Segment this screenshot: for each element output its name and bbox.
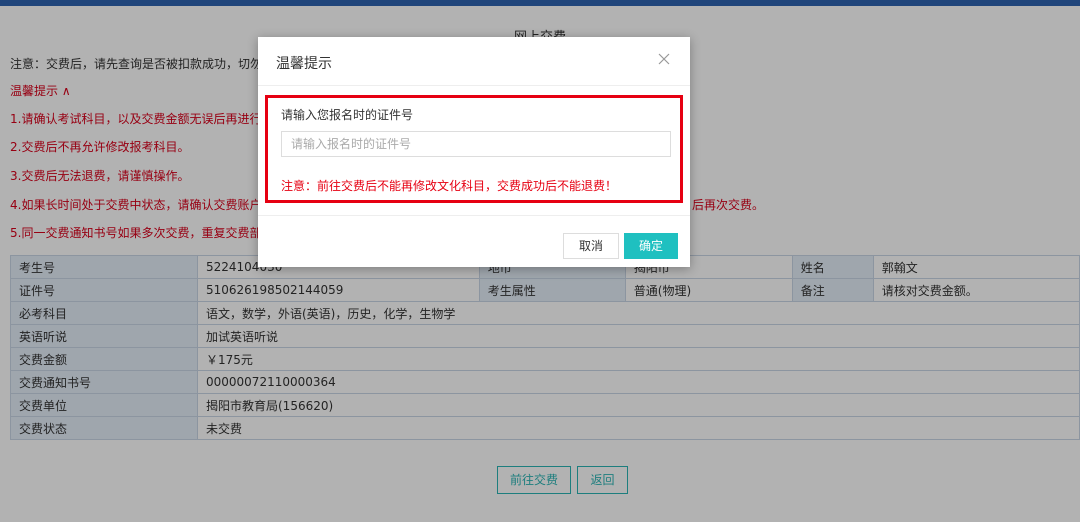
highlight-box: 请输入您报名时的证件号 注意：前往交费后不能再修改文化科目，交费成功后不能退费！ [265,95,683,203]
confirm-button[interactable]: 确定 [624,233,678,259]
dialog-title: 温馨提示 [276,56,332,72]
id-number-label: 请输入您报名时的证件号 [281,108,414,122]
reminder-dialog: 温馨提示 请输入您报名时的证件号 注意：前往交费后不能再修改文化科目，交费成功后… [258,37,690,267]
id-number-input[interactable] [281,131,671,157]
warning-text: 注意：前往交费后不能再修改文化科目，交费成功后不能退费！ [281,179,618,193]
close-icon[interactable] [656,51,672,67]
dialog-footer: 取消 确定 [258,215,690,268]
dialog-header: 温馨提示 [258,37,690,86]
cancel-button[interactable]: 取消 [563,233,619,259]
